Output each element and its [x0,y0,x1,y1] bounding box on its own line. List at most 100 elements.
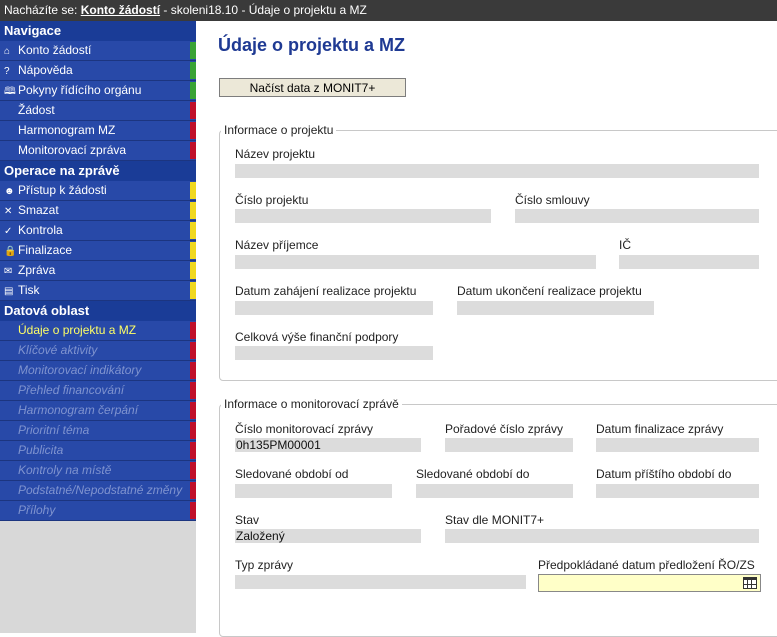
sidebar-item-label: Přehled financování [18,383,125,397]
sidebar-item-label: Klíčové aktivity [18,343,98,357]
sidebar-item-harmonogram-cerpani: Harmonogram čerpání [0,401,196,421]
sidebar-item-label: Harmonogram MZ [18,123,116,137]
sidebar-item-prehled-financovani: Přehled financování [0,381,196,401]
sidebar-item-label: Kontroly na místě [18,463,112,477]
obdobi-do-label: Sledované období do [416,467,530,481]
sidebar-item-label: Smazat [18,203,59,217]
sidebar-item-monitorovaci-indikatory: Monitorovací indikátory [0,361,196,381]
cislo-mz-label: Číslo monitorovací zprávy [235,422,374,436]
obdobi-od-field [235,484,392,498]
help-icon: ? [4,66,10,77]
sidebar-section-title: Datová oblast [0,301,196,321]
calendar-icon[interactable] [743,577,757,589]
sidebar-item-prilohy: Přílohy [0,501,196,521]
predpokladane-datum-input[interactable] [538,574,761,592]
stav-label: Stav [235,513,260,527]
ic-field [619,255,759,269]
sidebar: Navigace ⌂ Konto žádostí? Nápověda 🕮 Pokyny ř… [0,21,196,633]
check-icon: ✓ [4,226,13,237]
book-icon: 🕮 [4,86,16,97]
sidebar-item-label: Přílohy [18,503,56,517]
sidebar-item-napoveda[interactable]: ? Nápověda [0,61,196,81]
main-content: Údaje o projektu a MZ Načíst data z MONI… [196,21,777,637]
sidebar-item-monitorovaci-zprava[interactable]: Monitorovací zpráva [0,141,196,161]
project-info-legend: Informace o projektu [224,123,334,137]
cislo-mz-field: 0h135PM00001 [235,438,421,452]
sidebar-item-label: Monitorovací indikátory [18,363,142,377]
sidebar-item-label: Přístup k žádosti [18,183,107,197]
datum-ukonceni-field [457,301,654,315]
datum-finalizace-field [596,438,759,452]
sidebar-item-label: Podstatné/Nepodstatné změny [18,483,183,497]
sidebar-item-kontrola[interactable]: ✓ Kontrola [0,221,196,241]
breadcrumb-rest: - skoleni18.10 - Údaje o projektu a MZ [163,3,367,17]
breadcrumb-link-konto[interactable]: Konto žádostí [81,3,160,17]
datum-zahajeni-label: Datum zahájení realizace projektu [235,284,417,298]
sidebar-item-klicove-aktivity: Klíčové aktivity [0,341,196,361]
celkova-vyse-label: Celková výše finanční podpory [235,330,399,344]
predpokladane-datum-label: Předpokládané datum předložení ŘO/ZS [538,558,755,572]
home-icon: ⌂ [4,46,11,57]
poradove-cislo-label: Pořadové číslo zprávy [445,422,564,436]
sidebar-item-label: Kontrola [18,223,63,237]
sidebar-item-label: Údaje o projektu a MZ [18,323,137,337]
stav-monit-label: Stav dle MONIT7+ [445,513,545,527]
breadcrumb-prefix: Nacházíte se: [4,3,78,17]
cislo-smlouvy-field [515,209,759,223]
sidebar-item-label: Nápověda [18,63,73,77]
datum-finalizace-label: Datum finalizace zprávy [596,422,724,436]
sidebar-item-label: Monitorovací zpráva [18,143,127,157]
sidebar-item-zprava[interactable]: ✉ Zpráva [0,261,196,281]
page-title: Údaje o projektu a MZ [218,35,406,55]
stav-field: Založený [235,529,421,543]
sidebar-item-label: Prioritní téma [18,423,90,437]
cislo-projektu-field [235,209,491,223]
mail-icon: ✉ [4,266,13,277]
pristi-obdobi-label: Datum příštího období do [596,467,732,481]
sidebar-section-title: Navigace [0,21,196,41]
sidebar-item-harmonogram-mz[interactable]: Harmonogram MZ [0,121,196,141]
nazev-projektu-field [235,164,759,178]
typ-zpravy-label: Typ zprávy [235,558,294,572]
sidebar-item-konto-zadosti[interactable]: ⌂ Konto žádostí [0,41,196,61]
sidebar-item-label: Konto žádostí [18,43,92,57]
pristi-obdobi-field [596,484,759,498]
sidebar-item-prioritni-tema: Prioritní téma [0,421,196,441]
print-icon: ▤ [4,286,14,297]
datum-ukonceni-label: Datum ukončení realizace projektu [457,284,642,298]
cislo-projektu-label: Číslo projektu [235,193,309,207]
breadcrumb: Nacházíte se: Konto žádostí - skoleni18.… [0,0,777,21]
sidebar-item-pristup-k-zadosti[interactable]: ☻ Přístup k žádosti [0,181,196,201]
user-icon: ☻ [4,186,15,197]
sidebar-item-label: Finalizace [18,243,73,257]
sidebar-item-finalizace[interactable]: 🔒 Finalizace [0,241,196,261]
sidebar-section-title: Operace na zprávě [0,161,196,181]
sidebar-item-label: Žádost [18,103,55,117]
typ-zpravy-field [235,575,526,589]
datum-zahajeni-field [235,301,433,315]
delete-icon: ✕ [4,206,13,217]
report-info-legend: Informace o monitorovací zprávě [224,397,399,411]
sidebar-item-label: Publicita [18,443,64,457]
sidebar-item-label: Harmonogram čerpání [18,403,139,417]
sidebar-item-smazat[interactable]: ✕ Smazat [0,201,196,221]
sidebar-item-pokyny-ridiciho-organu[interactable]: 🕮 Pokyny řídícího orgánu [0,81,196,101]
nazev-prijemce-field [235,255,596,269]
ic-label: IČ [619,238,631,252]
celkova-vyse-field [235,346,433,360]
sidebar-item-label: Tisk [18,283,40,297]
sidebar-item-label: Pokyny řídícího orgánu [18,83,142,97]
nazev-prijemce-label: Název příjemce [235,238,319,252]
obdobi-do-field [416,484,573,498]
load-monit-button[interactable]: Načíst data z MONIT7+ [219,78,406,97]
sidebar-item-udaje-o-projektu-a-mz[interactable]: Údaje o projektu a MZ [0,321,196,341]
sidebar-item-zadost[interactable]: Žádost [0,101,196,121]
poradove-cislo-field [445,438,573,452]
sidebar-item-publicita: Publicita [0,441,196,461]
sidebar-item-kontroly-na-miste: Kontroly na místě [0,461,196,481]
stav-monit-field [445,529,759,543]
obdobi-od-label: Sledované období od [235,467,349,481]
sidebar-item-label: Zpráva [18,263,56,277]
lock-icon: 🔒 [4,246,17,257]
sidebar-item-tisk[interactable]: ▤ Tisk [0,281,196,301]
